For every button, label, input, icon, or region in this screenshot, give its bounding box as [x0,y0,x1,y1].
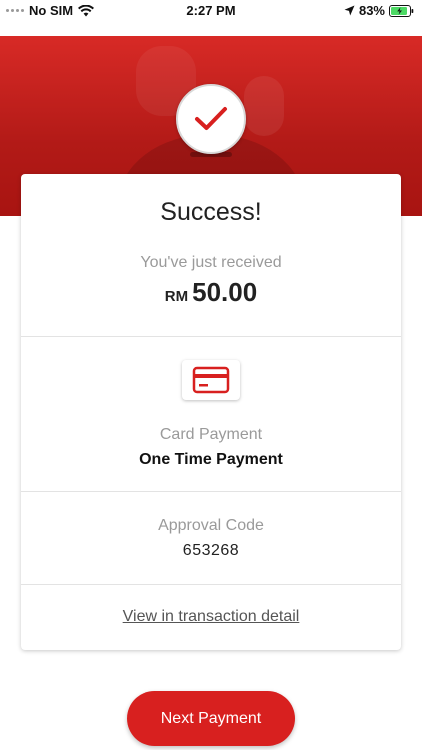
transaction-card: Success! You've just received RM 50.00 C… [21,174,401,650]
received-label: You've just received [140,254,282,271]
success-badge [176,84,246,154]
payment-method-icon-box [182,360,240,400]
amount-row: RM 50.00 [21,277,401,308]
divider [21,336,401,337]
checkmark-icon [195,107,227,130]
payment-method-label: Card Payment [159,426,263,443]
battery-percent: 83% [358,3,385,18]
credit-card-icon [192,366,230,394]
battery-charging-icon [389,4,414,17]
payment-method-section: Card Payment One Time Payment [21,360,401,469]
currency-label: RM [164,288,189,305]
approval-section: Approval Code 653268 [21,517,401,560]
approval-code-label: Approval Code [158,517,264,534]
next-payment-button[interactable]: Next Payment [127,691,295,746]
view-transaction-detail-link[interactable]: View in transaction detail [123,608,300,625]
divider [21,491,401,492]
success-screen: No SIM 2:27 PM 83% Success! You've just … [0,0,422,750]
success-title: Success! [160,198,262,226]
approval-code-value: 653268 [182,542,240,559]
payment-type-value: One Time Payment [139,451,283,468]
status-right: 83% [344,3,414,18]
amount-value: 50.00 [192,277,258,307]
result-section: Success! You've just received RM 50.00 [21,198,401,308]
location-arrow-icon [344,5,355,16]
decorative-shape [244,76,284,136]
divider [21,584,401,585]
detail-link-section: View in transaction detail [21,608,401,626]
status-bar: No SIM 2:27 PM 83% [0,0,422,22]
